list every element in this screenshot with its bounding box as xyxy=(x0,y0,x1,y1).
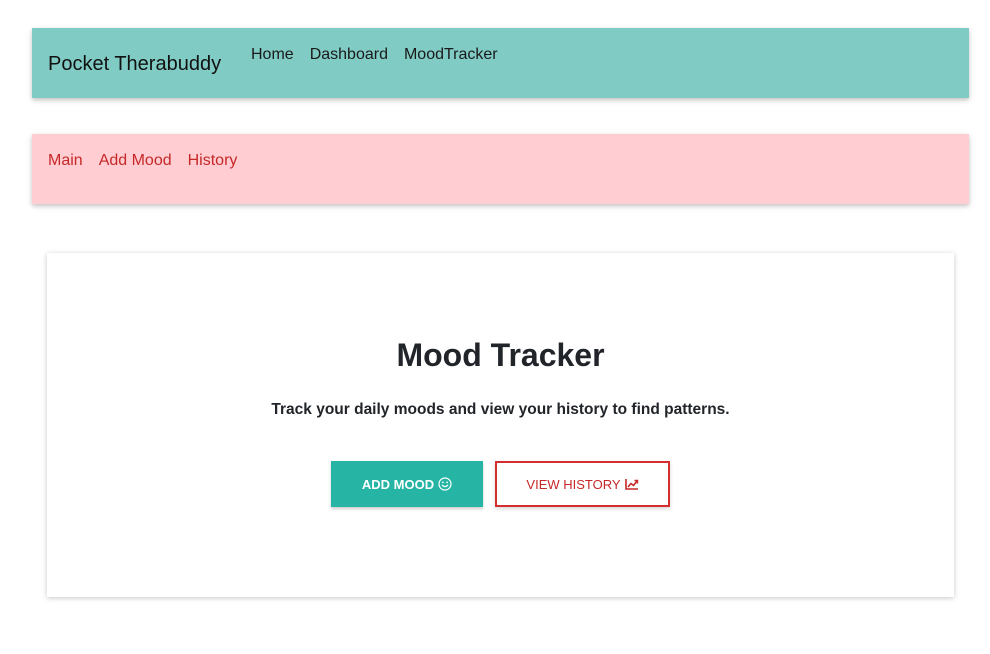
mood-tracker-card: Mood Tracker Track your daily moods and … xyxy=(47,253,954,597)
add-mood-button-label: ADD MOOD xyxy=(361,476,435,492)
view-history-button[interactable]: VIEW HISTORY xyxy=(495,461,670,507)
sub-navbar: Main Add Mood History xyxy=(32,134,969,204)
nav-link-moodtracker[interactable]: MoodTracker xyxy=(396,45,506,65)
nav-link-dashboard[interactable]: Dashboard xyxy=(302,45,396,65)
subnav-links: Main Add Mood History xyxy=(40,151,245,171)
brand-logo[interactable]: Pocket Therabuddy xyxy=(48,52,221,76)
add-mood-button[interactable]: ADD MOOD xyxy=(331,461,483,507)
subnav-link-main[interactable]: Main xyxy=(40,151,91,171)
nav-links: Home Dashboard MoodTracker xyxy=(243,45,506,65)
main-navbar: Pocket Therabuddy Home Dashboard MoodTra… xyxy=(32,28,969,98)
page-description: Track your daily moods and view your his… xyxy=(271,401,730,418)
page-title: Mood Tracker xyxy=(396,337,605,373)
subnav-link-history[interactable]: History xyxy=(180,151,246,171)
smiley-icon xyxy=(438,477,452,491)
line-chart-icon xyxy=(624,478,639,490)
view-history-button-label: VIEW HISTORY xyxy=(526,476,621,492)
nav-link-home[interactable]: Home xyxy=(243,45,302,65)
subnav-link-add-mood[interactable]: Add Mood xyxy=(91,151,180,171)
